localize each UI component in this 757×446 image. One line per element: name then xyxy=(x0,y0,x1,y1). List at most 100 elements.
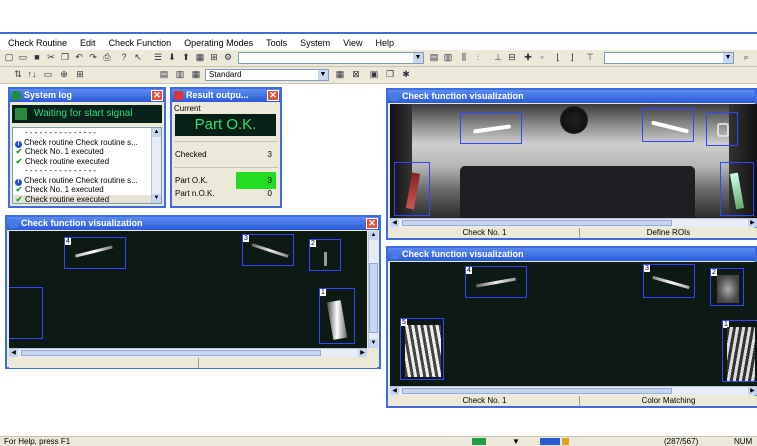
new-file-icon[interactable]: ▢ xyxy=(3,52,15,63)
layout-2-icon[interactable]: ▥ xyxy=(174,69,186,80)
scroll-left-icon[interactable]: ◀ xyxy=(390,387,399,395)
ruler-icon[interactable]: ⊥ xyxy=(492,52,504,63)
pin-icon[interactable]: ⊤ xyxy=(584,52,596,63)
scroll-thumb[interactable] xyxy=(402,388,672,394)
log-list[interactable]: - - - - - - - - - - - - - - - i Check rou… xyxy=(12,127,162,204)
left-viz-vscroll[interactable]: ▲ ▼ xyxy=(368,231,378,348)
close-icon[interactable]: ✕ xyxy=(366,218,378,229)
menu-operating-modes[interactable]: Operating Modes xyxy=(176,36,258,49)
cut-icon[interactable]: ✂ xyxy=(45,52,57,63)
scroll-up-icon[interactable]: ▲ xyxy=(152,128,161,137)
sort-icon[interactable]: ⇅ xyxy=(12,69,24,80)
roi-box[interactable]: 3 xyxy=(242,234,294,266)
table-icon[interactable]: ▦ xyxy=(334,69,346,80)
roi-box[interactable]: 2 xyxy=(710,268,744,306)
context-help-icon[interactable]: ↖ xyxy=(132,52,144,63)
scroll-down-icon[interactable]: ▼ xyxy=(152,194,161,203)
search-icon[interactable]: ⌕ xyxy=(740,52,752,63)
camera-image-bottom-right[interactable]: 4 3 2 1 5 xyxy=(390,262,757,386)
roi-box[interactable]: 1 xyxy=(722,320,757,382)
check-function-top-right-titlebar[interactable]: Check function visualization xyxy=(388,90,755,103)
tree-icon[interactable]: ⊞ xyxy=(208,52,220,63)
roi-box[interactable] xyxy=(394,162,430,216)
close-icon[interactable]: ✕ xyxy=(267,90,279,101)
system-log-titlebar[interactable]: System log ✕ xyxy=(10,89,164,102)
bracket-right-icon[interactable]: ⌋ xyxy=(566,52,578,63)
mode-combo[interactable]: Standard ▼ xyxy=(205,69,329,81)
check-function-bottom-right-titlebar[interactable]: Check function visualization xyxy=(388,248,755,261)
copy-image-icon[interactable]: ❐ xyxy=(384,69,396,80)
move-up-icon[interactable]: ⬆ xyxy=(180,52,192,63)
roi-box[interactable] xyxy=(720,162,754,216)
undo-icon[interactable]: ↶ xyxy=(73,52,85,63)
frame-icon[interactable]: ▭ xyxy=(42,69,54,80)
scroll-right-icon[interactable]: ▶ xyxy=(358,349,367,357)
top-right-viz-hscroll[interactable]: ◀ ▶ xyxy=(390,218,757,227)
menu-system[interactable]: System xyxy=(292,36,335,49)
roi-box[interactable] xyxy=(642,108,694,142)
roi-box[interactable] xyxy=(706,112,738,146)
scroll-up-icon[interactable]: ▲ xyxy=(369,231,378,240)
scroll-right-icon[interactable]: ▶ xyxy=(748,387,757,395)
toolbar-combo-1[interactable]: ▼ xyxy=(238,52,424,64)
roi-box[interactable]: 2 xyxy=(309,239,341,271)
help-icon[interactable]: ? xyxy=(118,52,130,63)
bracket-icon[interactable]: ⌊ xyxy=(552,52,564,63)
tools-icon[interactable]: ✱ xyxy=(400,69,412,80)
crosshair-icon[interactable]: ✚ xyxy=(522,52,534,63)
bottom-right-viz-hscroll[interactable]: ◀ ▶ xyxy=(390,386,757,395)
roi-box[interactable]: 3 xyxy=(643,264,695,298)
roi-box[interactable] xyxy=(460,112,522,144)
open-folder-icon[interactable]: ▭ xyxy=(17,52,29,63)
align-right-icon[interactable]: ▥ xyxy=(442,52,454,63)
scroll-down-icon[interactable]: ▼ xyxy=(369,339,378,348)
scroll-left-icon[interactable]: ◀ xyxy=(9,349,18,357)
grid-icon[interactable]: ▦ xyxy=(194,52,206,63)
camera-image-top-right[interactable] xyxy=(390,104,757,218)
menu-tools[interactable]: Tools xyxy=(258,36,292,49)
toolbar-combo-2[interactable]: ▼ xyxy=(604,52,734,64)
scroll-thumb[interactable] xyxy=(402,220,672,226)
layout-1-icon[interactable]: ▤ xyxy=(158,69,170,80)
menu-view[interactable]: View xyxy=(335,36,367,49)
marker-icon[interactable]: ▫ xyxy=(536,52,548,63)
image-icon[interactable]: ▣ xyxy=(368,69,380,80)
list-icon[interactable]: ☰ xyxy=(152,52,164,63)
result-output-titlebar[interactable]: Result outpu... ✕ xyxy=(172,89,280,102)
camera-image-left[interactable]: 4 3 2 1 xyxy=(9,231,367,348)
scroll-thumb[interactable] xyxy=(369,263,378,333)
roi-box[interactable]: 4 xyxy=(465,266,527,298)
spacing-icon[interactable]: ⫶ xyxy=(472,52,484,63)
align-left-icon[interactable]: ▤ xyxy=(428,52,440,63)
menu-edit[interactable]: Edit xyxy=(72,36,101,49)
scroll-left-icon[interactable]: ◀ xyxy=(390,219,399,227)
check-function-left-titlebar[interactable]: Check function visualization ✕ xyxy=(7,217,379,230)
menu-check-routine[interactable]: Check Routine xyxy=(0,36,72,49)
redo-icon[interactable]: ↷ xyxy=(87,52,99,63)
measure-icon[interactable]: ⊟ xyxy=(506,52,518,63)
close-icon[interactable]: ✕ xyxy=(151,90,163,101)
settings-icon[interactable]: ⚙ xyxy=(222,52,234,63)
scroll-thumb[interactable] xyxy=(21,350,321,356)
left-viz-hscroll[interactable]: ◀ ▶ xyxy=(9,348,367,357)
roi-box[interactable]: 1 xyxy=(319,288,355,344)
compare-icon[interactable]: ⊞ xyxy=(74,69,86,80)
copy-icon[interactable]: ❐ xyxy=(59,52,71,63)
link-icon[interactable]: ⊕ xyxy=(58,69,70,80)
log-scrollbar[interactable]: ▲ ▼ xyxy=(151,128,161,203)
matrix-icon[interactable]: ⊠ xyxy=(350,69,362,80)
layout-3-icon[interactable]: ▦ xyxy=(190,69,202,80)
menu-help[interactable]: Help xyxy=(368,36,400,49)
roi-box[interactable]: 5 xyxy=(400,318,444,380)
scroll-right-icon[interactable]: ▶ xyxy=(748,219,757,227)
print-icon[interactable]: ⎙ xyxy=(101,52,113,63)
step-icon[interactable]: ↑↓ xyxy=(26,69,38,80)
menu-check-function[interactable]: Check Function xyxy=(101,36,177,49)
move-down-icon[interactable]: ⬇ xyxy=(166,52,178,63)
roi-box[interactable]: 4 xyxy=(64,237,126,269)
roi-box[interactable] xyxy=(9,287,43,339)
distribute-icon[interactable]: ⫼ xyxy=(458,52,470,63)
list-item: ✔ Check routine executed xyxy=(13,157,161,167)
save-icon[interactable]: ■ xyxy=(31,52,43,63)
log-text: Check routine executed xyxy=(25,156,110,166)
